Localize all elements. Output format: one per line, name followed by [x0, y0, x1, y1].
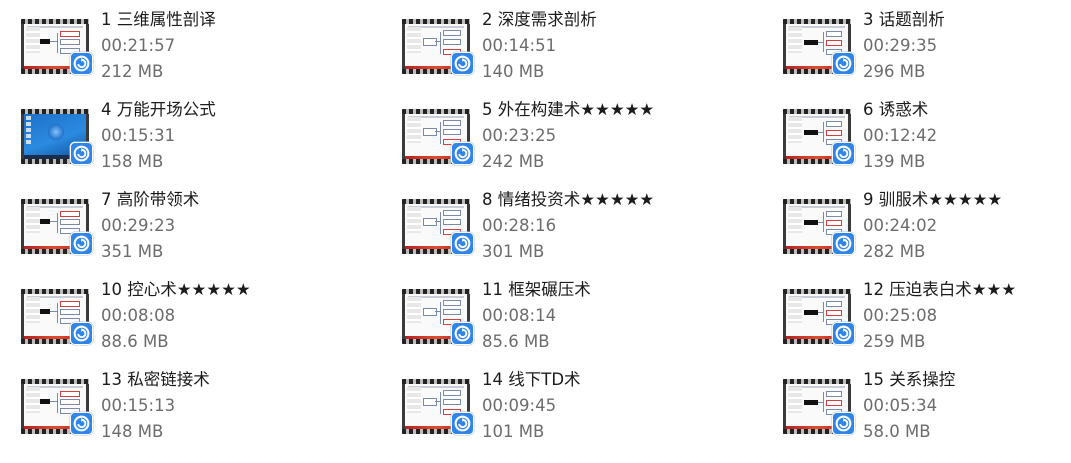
- file-size: 212 MB: [101, 62, 164, 81]
- file-name: 14 线下TD术: [482, 370, 581, 389]
- video-player-badge-icon: [451, 142, 474, 165]
- file-name: 13 私密链接术: [101, 370, 210, 389]
- file-size: 351 MB: [101, 242, 164, 261]
- file-name: 6 诱惑术: [863, 100, 929, 119]
- file-name: 15 关系操控: [863, 370, 956, 389]
- file-size: 139 MB: [863, 152, 926, 171]
- video-player-badge-icon: [451, 322, 474, 345]
- file-name: 2 深度需求剖析: [482, 10, 597, 29]
- file-duration: 00:29:23: [101, 216, 176, 235]
- file-name: 10 控心术★★★★★: [101, 280, 251, 299]
- video-player-badge-icon: [70, 232, 93, 255]
- file-name: 7 高阶带领术: [101, 190, 200, 209]
- file-name: 8 情绪投资术★★★★★: [482, 190, 655, 209]
- file-duration: 00:25:08: [863, 306, 938, 325]
- file-size: 58.0 MB: [863, 422, 931, 441]
- file-duration: 00:21:57: [101, 36, 176, 55]
- video-player-badge-icon: [70, 52, 93, 75]
- file-item[interactable]: 4 万能开场公式 00:15:31 158 MB: [0, 94, 381, 184]
- file-duration: 00:14:51: [482, 36, 557, 55]
- file-item[interactable]: 14 线下TD术 00:09:45 101 MB: [381, 364, 762, 454]
- file-size: 140 MB: [482, 62, 545, 81]
- file-item[interactable]: 7 高阶带领术 00:29:23 351 MB: [0, 184, 381, 274]
- file-size: 148 MB: [101, 422, 164, 441]
- file-size: 259 MB: [863, 332, 926, 351]
- file-item[interactable]: 9 驯服术★★★★★ 00:24:02 282 MB: [762, 184, 1071, 274]
- file-duration: 00:15:31: [101, 126, 176, 145]
- video-player-badge-icon: [70, 412, 93, 435]
- file-name: 9 驯服术★★★★★: [863, 190, 1003, 209]
- file-size: 242 MB: [482, 152, 545, 171]
- file-item[interactable]: 5 外在构建术★★★★★ 00:23:25 242 MB: [381, 94, 762, 184]
- file-item[interactable]: 2 深度需求剖析 00:14:51 140 MB: [381, 4, 762, 94]
- file-name: 5 外在构建术★★★★★: [482, 100, 655, 119]
- file-size: 88.6 MB: [101, 332, 169, 351]
- file-duration: 00:24:02: [863, 216, 938, 235]
- video-player-badge-icon: [832, 52, 855, 75]
- file-item[interactable]: 8 情绪投资术★★★★★ 00:28:16 301 MB: [381, 184, 762, 274]
- file-name: 4 万能开场公式: [101, 100, 216, 119]
- file-duration: 00:12:42: [863, 126, 938, 145]
- file-size: 158 MB: [101, 152, 164, 171]
- video-player-badge-icon: [832, 322, 855, 345]
- file-duration: 00:15:13: [101, 396, 176, 415]
- file-duration: 00:08:14: [482, 306, 557, 325]
- video-player-badge-icon: [832, 412, 855, 435]
- file-name: 1 三维属性剖译: [101, 10, 216, 29]
- file-name: 12 压迫表白术★★★: [863, 280, 1017, 299]
- video-player-badge-icon: [70, 322, 93, 345]
- file-size: 301 MB: [482, 242, 545, 261]
- file-name: 3 话题剖析: [863, 10, 945, 29]
- file-item[interactable]: 15 关系操控 00:05:34 58.0 MB: [762, 364, 1071, 454]
- file-item[interactable]: 13 私密链接术 00:15:13 148 MB: [0, 364, 381, 454]
- video-player-badge-icon: [451, 232, 474, 255]
- file-size: 282 MB: [863, 242, 926, 261]
- video-player-badge-icon: [70, 142, 93, 165]
- file-item[interactable]: 6 诱惑术 00:12:42 139 MB: [762, 94, 1071, 184]
- video-player-badge-icon: [832, 142, 855, 165]
- file-duration: 00:29:35: [863, 36, 938, 55]
- file-name: 11 框架碾压术: [482, 280, 591, 299]
- file-duration: 00:28:16: [482, 216, 557, 235]
- file-size: 85.6 MB: [482, 332, 550, 351]
- video-player-badge-icon: [451, 52, 474, 75]
- file-duration: 00:23:25: [482, 126, 557, 145]
- file-item[interactable]: 10 控心术★★★★★ 00:08:08 88.6 MB: [0, 274, 381, 364]
- file-item[interactable]: 12 压迫表白术★★★ 00:25:08 259 MB: [762, 274, 1071, 364]
- file-duration: 00:09:45: [482, 396, 557, 415]
- file-item[interactable]: 1 三维属性剖译 00:21:57 212 MB: [0, 4, 381, 94]
- video-player-badge-icon: [832, 232, 855, 255]
- file-item[interactable]: 3 话题剖析 00:29:35 296 MB: [762, 4, 1071, 94]
- file-item[interactable]: 11 框架碾压术 00:08:14 85.6 MB: [381, 274, 762, 364]
- file-grid: 1 三维属性剖译 00:21:57 212 MB 2 深度需求剖析 00:14:51 14…: [0, 0, 1071, 463]
- file-size: 101 MB: [482, 422, 545, 441]
- file-duration: 00:08:08: [101, 306, 176, 325]
- file-duration: 00:05:34: [863, 396, 938, 415]
- video-player-badge-icon: [451, 412, 474, 435]
- file-size: 296 MB: [863, 62, 926, 81]
